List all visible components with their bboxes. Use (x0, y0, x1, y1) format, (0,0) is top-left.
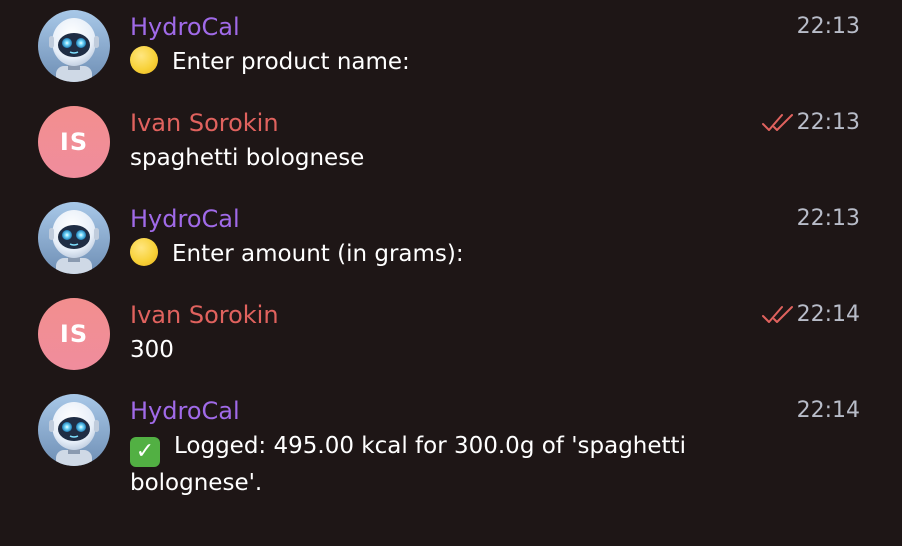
double-check-icon (762, 306, 793, 323)
message-text: spaghetti bolognese (130, 142, 830, 175)
bot-avatar[interactable] (38, 202, 110, 274)
yellow-circle-icon (130, 46, 158, 74)
sender-name[interactable]: Ivan Sorokin (130, 300, 279, 330)
message-item[interactable]: HydroCal 22:13 Enter amount (in grams): (0, 192, 902, 288)
message-text: ✓ Logged: 495.00 kcal for 300.0g of 'spag… (130, 430, 730, 500)
avatar-initials: IS (59, 128, 89, 156)
message-body: Enter amount (in grams): (172, 241, 464, 267)
message-text: Enter product name: (130, 46, 830, 79)
robot-icon (38, 394, 110, 466)
message-time: 22:13 (796, 110, 860, 135)
sender-name[interactable]: HydroCal (130, 396, 240, 426)
double-check-icon (762, 114, 793, 131)
message-time: 22:13 (796, 14, 860, 39)
message-item[interactable]: HydroCal 22:13 Enter product name: (0, 0, 902, 96)
yellow-circle-icon (130, 238, 158, 266)
bot-avatar[interactable] (38, 10, 110, 82)
user-avatar[interactable]: IS (38, 298, 110, 370)
message-body: spaghetti bolognese (130, 145, 365, 171)
message-item[interactable]: HydroCal 22:14 ✓ Logged: 495.00 kcal for … (0, 384, 902, 514)
message-text: 300 (130, 334, 830, 367)
message-item[interactable]: IS Ivan Sorokin 22:13 spaghetti bolognes… (0, 96, 902, 192)
avatar-initials: IS (59, 320, 89, 348)
message-time: 22:14 (796, 398, 860, 423)
message-text: Enter amount (in grams): (130, 238, 830, 271)
robot-icon (38, 10, 110, 82)
sender-name[interactable]: HydroCal (130, 204, 240, 234)
check-mark-icon: ✓ (130, 437, 160, 467)
user-avatar[interactable]: IS (38, 106, 110, 178)
message-time: 22:13 (796, 206, 860, 231)
message-body: Enter product name: (172, 49, 410, 75)
chat-history[interactable]: HydroCal 22:13 Enter product name: IS Iv… (0, 0, 902, 546)
message-body: 300 (130, 337, 174, 363)
message-body: Logged: 495.00 kcal for 300.0g of 'spagh… (130, 433, 686, 496)
sender-name[interactable]: Ivan Sorokin (130, 108, 279, 138)
message-item[interactable]: IS Ivan Sorokin 22:14 300 (0, 288, 902, 384)
robot-icon (38, 202, 110, 274)
sender-name[interactable]: HydroCal (130, 12, 240, 42)
message-time: 22:14 (796, 302, 860, 327)
bot-avatar[interactable] (38, 394, 110, 466)
